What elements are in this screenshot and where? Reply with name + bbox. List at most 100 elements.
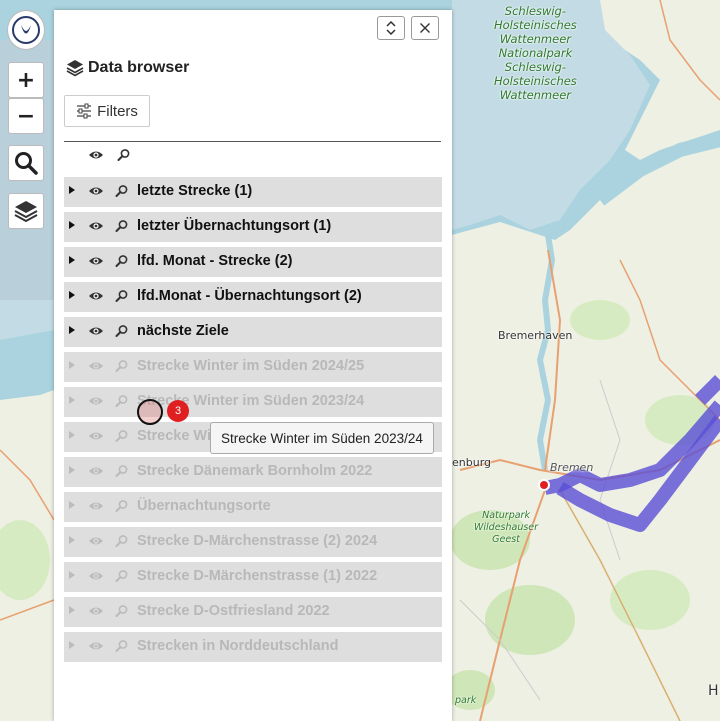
close-button[interactable] — [411, 16, 439, 40]
eye-icon[interactable] — [88, 604, 104, 618]
search-button[interactable] — [8, 145, 44, 181]
layer-row[interactable]: nächste Ziele — [64, 317, 442, 347]
data-browser-panel: Data browser Filters letzte Strecke (1) l… — [54, 10, 452, 721]
layer-row[interactable]: Strecke D-Ostfriesland 2022 — [64, 597, 442, 627]
divider — [64, 141, 441, 142]
expand-caret-icon[interactable] — [69, 396, 75, 404]
zoom-to-icon[interactable] — [117, 148, 131, 162]
layer-row[interactable]: Strecke Winter im Süden 2024/25 — [64, 352, 442, 382]
expand-caret-icon[interactable] — [69, 536, 75, 544]
layer-row[interactable]: letzter Übernachtungsort (1) — [64, 212, 442, 242]
map-label-bremen: Bremen — [550, 461, 594, 474]
zoom-in-button[interactable]: + — [8, 62, 44, 98]
layer-row[interactable]: Strecke D-Märchenstrasse (2) 2024 — [64, 527, 442, 557]
eye-icon[interactable] — [88, 499, 104, 513]
layer-row-label: letzter Übernachtungsort (1) — [137, 218, 332, 234]
chevron-up-down-icon — [386, 21, 396, 35]
eye-icon[interactable] — [88, 219, 104, 233]
zoom-to-icon[interactable] — [115, 324, 129, 338]
layer-row-label: Strecke Winter im Süden 2024/25 — [137, 358, 365, 374]
eye-icon[interactable] — [88, 254, 104, 268]
zoom-to-icon[interactable] — [115, 604, 129, 618]
layer-row[interactable]: letzte Strecke (1) — [64, 177, 442, 207]
expand-caret-icon[interactable] — [69, 221, 75, 229]
layer-row[interactable]: Strecken in Norddeutschland — [64, 632, 442, 662]
collapse-toggle-button[interactable] — [377, 16, 405, 40]
sliders-icon — [77, 103, 92, 119]
expand-caret-icon[interactable] — [69, 606, 75, 614]
zoom-to-icon[interactable] — [115, 499, 129, 513]
filters-label: Filters — [97, 102, 138, 120]
layer-row-label: Strecke D-Märchenstrasse (1) 2022 — [137, 568, 378, 584]
panel-title-text: Data browser — [88, 59, 190, 76]
eye-icon[interactable] — [88, 464, 104, 478]
expand-caret-icon[interactable] — [69, 571, 75, 579]
zoom-to-icon[interactable] — [115, 394, 129, 408]
location-marker — [538, 479, 550, 491]
expand-caret-icon[interactable] — [69, 361, 75, 369]
layer-row-label: Übernachtungsorte — [137, 498, 271, 514]
expand-caret-icon[interactable] — [69, 501, 75, 509]
layer-row[interactable]: lfd.Monat - Übernachtungsort (2) — [64, 282, 442, 312]
map-label-naturpark: Naturpark Wildeshauser Geest — [474, 510, 539, 545]
eye-icon[interactable] — [88, 324, 104, 338]
filters-button[interactable]: Filters — [64, 95, 150, 127]
map-label-oldenburg: enburg — [452, 456, 492, 469]
layers-button[interactable] — [8, 193, 44, 229]
layer-row-label: Strecke Dänemark Bornholm 2022 — [137, 463, 373, 479]
expand-caret-icon[interactable] — [69, 326, 75, 334]
layer-row-label: lfd. Monat - Strecke (2) — [137, 253, 293, 269]
layer-row-label: letzte Strecke (1) — [137, 183, 253, 199]
layer-row-label: lfd.Monat - Übernachtungsort (2) — [137, 288, 362, 304]
zoom-to-icon[interactable] — [115, 464, 129, 478]
expand-caret-icon[interactable] — [69, 641, 75, 649]
zoom-to-icon[interactable] — [115, 254, 129, 268]
eye-icon[interactable] — [88, 639, 104, 653]
zoom-out-button[interactable]: − — [8, 98, 44, 134]
eye-highlight-ring — [137, 399, 163, 425]
expand-caret-icon[interactable] — [69, 431, 75, 439]
eye-icon[interactable] — [88, 569, 104, 583]
layer-row[interactable]: Strecke Dänemark Bornholm 2022 — [64, 457, 442, 487]
eye-icon[interactable] — [88, 534, 104, 548]
expand-caret-icon[interactable] — [69, 466, 75, 474]
expand-caret-icon[interactable] — [69, 256, 75, 264]
layer-row[interactable]: lfd. Monat - Strecke (2) — [64, 247, 442, 277]
zoom-to-icon[interactable] — [115, 289, 129, 303]
list-header — [64, 147, 441, 167]
layer-row[interactable]: Übernachtungsorte — [64, 492, 442, 522]
layer-row-label: Strecke D-Ostfriesland 2022 — [137, 603, 330, 619]
eye-icon[interactable] — [88, 359, 104, 373]
panel-title: Data browser — [66, 59, 189, 77]
search-icon — [15, 152, 38, 175]
layers-icon — [14, 201, 38, 223]
logo-icon — [12, 16, 40, 44]
zoom-to-icon[interactable] — [115, 429, 129, 443]
zoom-to-icon[interactable] — [115, 569, 129, 583]
layer-row-label: Strecken in Norddeutschland — [137, 638, 339, 654]
eye-icon[interactable] — [88, 289, 104, 303]
zoom-to-icon[interactable] — [115, 534, 129, 548]
eye-icon[interactable] — [88, 394, 104, 408]
layers-icon — [66, 60, 84, 77]
logo-button[interactable] — [7, 10, 45, 50]
tooltip: Strecke Winter im Süden 2023/24 — [210, 422, 434, 454]
layer-row-label: Strecke D-Märchenstrasse (2) 2024 — [137, 533, 378, 549]
zoom-to-icon[interactable] — [115, 184, 129, 198]
map-label-bottom-park: park — [455, 695, 477, 706]
map-label-edge: H — [708, 683, 719, 699]
layer-row[interactable]: Strecke Winter im Süden 2023/24 — [64, 387, 442, 417]
eye-icon[interactable] — [88, 184, 104, 198]
eye-icon[interactable] — [88, 148, 104, 162]
count-badge: 3 — [167, 400, 189, 422]
expand-caret-icon[interactable] — [69, 291, 75, 299]
zoom-to-icon[interactable] — [115, 359, 129, 373]
expand-caret-icon[interactable] — [69, 186, 75, 194]
layer-row-label: Strecke Win — [137, 428, 220, 444]
layer-row[interactable]: Strecke D-Märchenstrasse (1) 2022 — [64, 562, 442, 592]
map-label-bremerhaven: Bremerhaven — [498, 329, 573, 342]
eye-icon[interactable] — [88, 429, 104, 443]
zoom-to-icon[interactable] — [115, 639, 129, 653]
zoom-to-icon[interactable] — [115, 219, 129, 233]
close-icon — [420, 23, 430, 33]
